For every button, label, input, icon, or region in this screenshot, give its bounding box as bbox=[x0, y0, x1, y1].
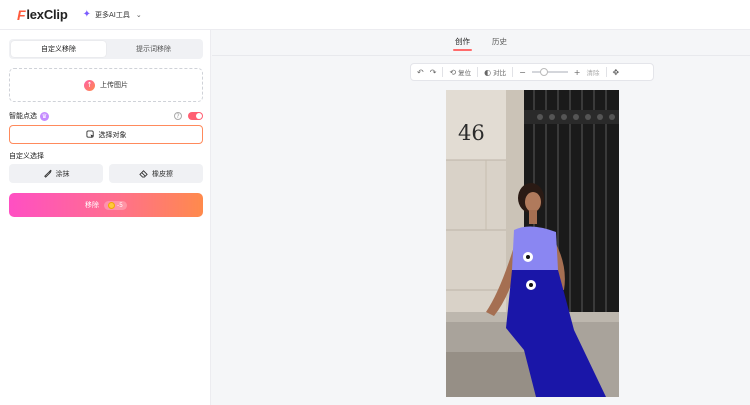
compare-label: 对比 bbox=[493, 69, 507, 77]
tab-prompt-remove[interactable]: 提示词移除 bbox=[106, 41, 201, 57]
brush-icon bbox=[43, 169, 52, 178]
credit-cost-badge: -5 bbox=[104, 200, 127, 210]
flexclip-logo[interactable]: F lexClip bbox=[17, 7, 68, 23]
zoom-in-icon[interactable]: + bbox=[574, 68, 581, 77]
premium-crown-icon: ♛ bbox=[40, 111, 49, 121]
selected-top-region bbox=[512, 226, 558, 270]
custom-tools: 涂抹 橡皮擦 bbox=[9, 164, 203, 183]
selection-marker[interactable] bbox=[526, 280, 536, 290]
photo-illustration: 46 bbox=[446, 90, 619, 397]
reset-label: 复位 bbox=[458, 69, 472, 77]
select-object-icon bbox=[85, 130, 94, 139]
eraser-button[interactable]: 橡皮擦 bbox=[109, 164, 203, 183]
smart-select-label: 智能点选 bbox=[9, 112, 37, 120]
smart-select-row: 智能点选 ♛ ? bbox=[9, 110, 203, 122]
house-number: 46 bbox=[458, 121, 485, 145]
undo-icon[interactable]: ↶ bbox=[417, 68, 424, 77]
reset-icon: ⟲ bbox=[449, 67, 457, 77]
brush-button[interactable]: 涂抹 bbox=[9, 164, 103, 183]
logo-text: lexClip bbox=[26, 7, 68, 22]
main-canvas-area: 创作 历史 ↶ ↷ ⟲ 复位 ◐ 对比 − + 清除 ✥ 46 bbox=[212, 30, 750, 405]
upload-label: 上传图片 bbox=[100, 81, 128, 89]
brush-size-slider[interactable] bbox=[531, 68, 568, 76]
canvas-toolbar: ↶ ↷ ⟲ 复位 ◐ 对比 − + 清除 ✥ bbox=[410, 63, 654, 81]
mode-switch: 自定义移除 提示词移除 bbox=[9, 39, 203, 59]
main-tabs: 创作 历史 bbox=[212, 36, 750, 51]
chevron-down-icon: ⌄ bbox=[135, 10, 142, 19]
reset-button[interactable]: ⟲ 复位 bbox=[449, 67, 472, 78]
upload-image-area[interactable]: ↑ 上传图片 bbox=[9, 68, 203, 102]
toolbar-separator bbox=[512, 67, 514, 77]
more-ai-tools-menu[interactable]: ✦ 更多AI工具 ⌄ bbox=[83, 9, 142, 20]
logo-mark: F bbox=[17, 6, 26, 23]
more-ai-label: 更多AI工具 bbox=[94, 10, 130, 19]
tab-create[interactable]: 创作 bbox=[453, 36, 472, 51]
selection-marker[interactable] bbox=[523, 252, 533, 262]
top-bar: F lexClip ✦ 更多AI工具 ⌄ bbox=[0, 0, 750, 30]
smart-select-toggle[interactable] bbox=[188, 112, 203, 120]
left-panel: 自定义移除 提示词移除 ↑ 上传图片 智能点选 ♛ ? 选择对象 自定义选择 涂… bbox=[0, 30, 211, 405]
brush-label: 涂抹 bbox=[55, 169, 70, 178]
remove-label: 移除 bbox=[85, 201, 99, 209]
custom-select-label: 自定义选择 bbox=[9, 152, 44, 160]
canvas-image[interactable]: 46 bbox=[446, 90, 619, 397]
remove-button[interactable]: 移除 -5 bbox=[9, 193, 203, 217]
redo-icon[interactable]: ↷ bbox=[430, 68, 437, 77]
move-icon[interactable]: ✥ bbox=[613, 68, 620, 77]
select-object-button[interactable]: 选择对象 bbox=[9, 125, 203, 144]
upload-icon: ↑ bbox=[84, 79, 95, 91]
help-icon[interactable]: ? bbox=[174, 112, 182, 120]
toolbar-separator bbox=[477, 67, 479, 77]
slider-handle[interactable] bbox=[540, 68, 549, 76]
divider bbox=[212, 55, 750, 56]
tab-history[interactable]: 历史 bbox=[492, 36, 507, 51]
credit-cost: -5 bbox=[117, 201, 123, 209]
toolbar-separator bbox=[605, 67, 607, 77]
compare-button[interactable]: ◐ 对比 bbox=[484, 67, 507, 78]
eraser-label: 橡皮擦 bbox=[152, 169, 173, 178]
tab-custom-remove[interactable]: 自定义移除 bbox=[11, 41, 106, 57]
zoom-out-icon[interactable]: − bbox=[519, 68, 526, 77]
sparkle-icon: ✦ bbox=[82, 9, 91, 20]
clear-button[interactable]: 清除 bbox=[587, 67, 600, 77]
coin-icon bbox=[108, 201, 115, 209]
toolbar-separator bbox=[442, 67, 444, 77]
select-object-label: 选择对象 bbox=[98, 130, 127, 139]
compare-icon: ◐ bbox=[484, 67, 492, 77]
eraser-icon bbox=[139, 170, 148, 178]
